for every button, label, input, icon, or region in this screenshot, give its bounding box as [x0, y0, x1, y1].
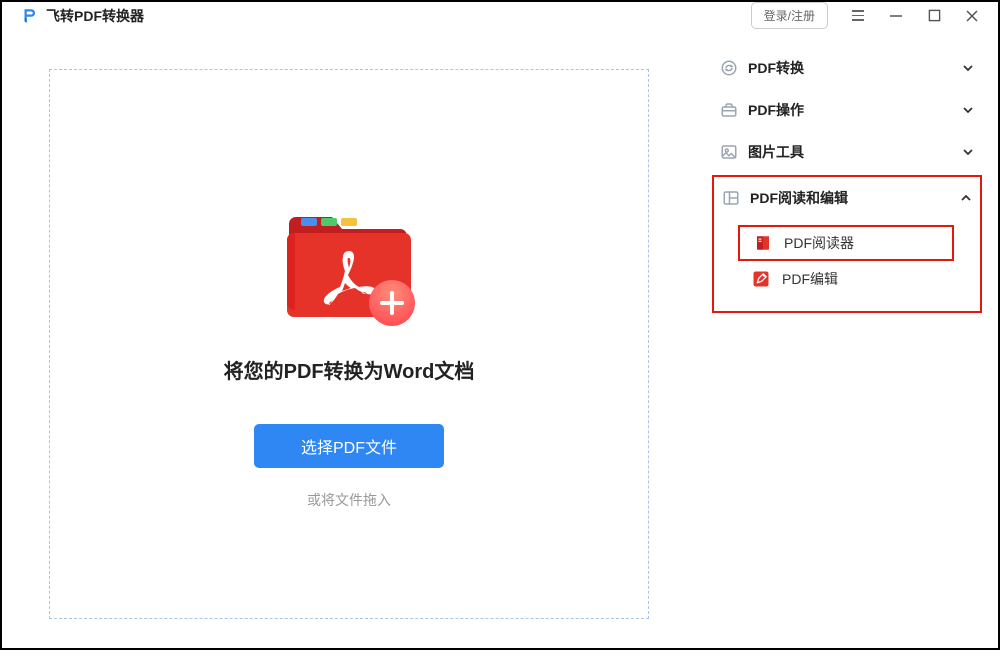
title-left: 飞转PDF转换器	[20, 6, 144, 26]
menu-label: PDF操作	[748, 100, 804, 120]
submenu-pdf-edit[interactable]: PDF编辑	[738, 261, 980, 297]
toolbox-icon	[720, 101, 738, 119]
app-logo-icon	[20, 6, 38, 26]
minimize-icon[interactable]	[888, 8, 904, 24]
titlebar: 飞转PDF转换器 登录/注册	[2, 2, 998, 29]
title-right: 登录/注册	[751, 2, 980, 29]
pdf-folder-icon	[279, 200, 419, 330]
main-panel: 将您的PDF转换为Word文档 选择PDF文件 或将文件拖入	[2, 29, 696, 659]
choose-file-button[interactable]: 选择PDF文件	[254, 424, 444, 468]
menu-label: PDF转换	[748, 58, 804, 78]
submenu-pdf-reader[interactable]: PDF阅读器	[738, 225, 954, 261]
app-title: 飞转PDF转换器	[46, 6, 144, 26]
chevron-down-icon	[962, 62, 974, 74]
book-icon	[754, 234, 772, 252]
body-area: 将您的PDF转换为Word文档 选择PDF文件 或将文件拖入 PDF转换 PDF…	[2, 29, 998, 659]
menu-pdf-read-edit[interactable]: PDF阅读和编辑	[714, 177, 980, 219]
drag-hint: 或将文件拖入	[307, 490, 391, 510]
login-register-button[interactable]: 登录/注册	[751, 2, 828, 29]
layout-icon	[722, 189, 740, 207]
submenu: PDF阅读器 PDF编辑	[714, 225, 980, 297]
chevron-down-icon	[962, 104, 974, 116]
menu-image-tools[interactable]: 图片工具	[712, 131, 982, 173]
submenu-label: PDF编辑	[782, 269, 838, 289]
convert-icon	[720, 59, 738, 77]
menu-label: 图片工具	[748, 142, 804, 162]
submenu-label: PDF阅读器	[784, 233, 854, 253]
sidebar: PDF转换 PDF操作 图片工具 PDF阅读和编辑	[696, 29, 998, 659]
dropzone[interactable]: 将您的PDF转换为Word文档 选择PDF文件 或将文件拖入	[49, 69, 649, 619]
maximize-icon[interactable]	[926, 8, 942, 24]
menu-pdf-operate[interactable]: PDF操作	[712, 89, 982, 131]
highlighted-group: PDF阅读和编辑 PDF阅读器 PDF编辑	[712, 175, 982, 313]
chevron-up-icon	[960, 192, 972, 204]
edit-icon	[752, 270, 770, 288]
menu-icon[interactable]	[850, 8, 866, 24]
close-icon[interactable]	[964, 8, 980, 24]
menu-pdf-convert[interactable]: PDF转换	[712, 47, 982, 89]
main-heading: 将您的PDF转换为Word文档	[224, 355, 475, 384]
menu-label: PDF阅读和编辑	[750, 188, 848, 208]
chevron-down-icon	[962, 146, 974, 158]
image-icon	[720, 143, 738, 161]
